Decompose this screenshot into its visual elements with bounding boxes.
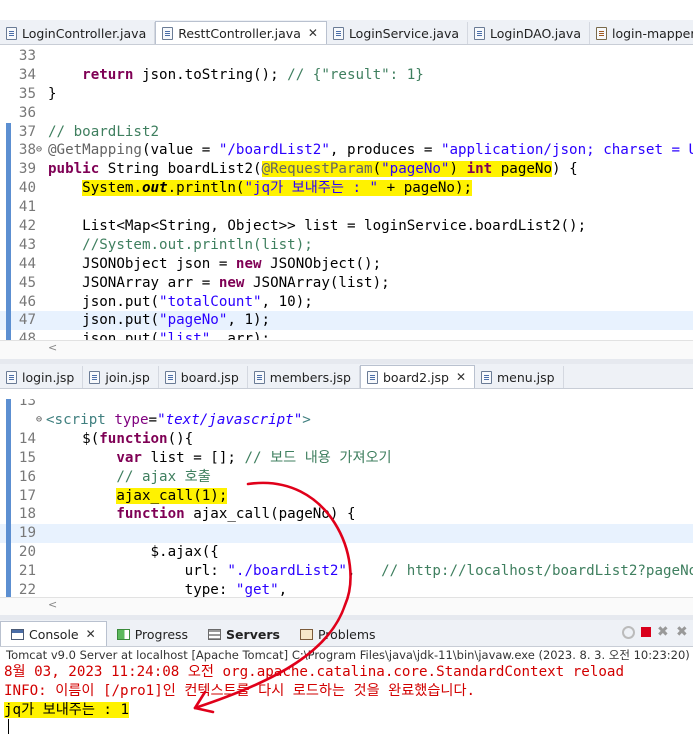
console-icon [11,628,24,640]
code-line: 34 return json.toString(); // {"result":… [18,66,424,83]
console-line: 8월 03, 2023 11:24:08 오전 org.apache.catal… [4,664,624,680]
code-line-current: 47 json.put("pageNo", 1); [0,311,693,331]
code-line-current: 19 [0,524,693,544]
java-file-icon [474,26,486,40]
close-icon[interactable]: ✕ [308,26,318,40]
tab-login-service[interactable]: LoginService.java [327,22,469,44]
tab-console[interactable]: Console ✕ [0,621,107,646]
remove-all-icon[interactable]: ✖ [676,625,689,639]
console-line: jq가 보내주는 : 1 [4,702,130,718]
servers-icon [208,628,222,640]
code-line: 37// boardList2 [0,122,693,142]
code-line: 43 //System.out.println(list); [0,235,693,255]
editor-tabbar: LoginController.java ResttController.jav… [0,20,693,45]
code-line: 48 json.put("list", arr); [0,330,693,340]
jsp-file-icon [366,370,378,384]
scroll-left-icon: < [48,341,58,354]
tab-problems[interactable]: Problems [290,622,386,646]
terminate-icon[interactable] [641,627,651,637]
code-line: 21 url: "./boardList2", // http://localh… [0,562,693,582]
jsp-editor[interactable]: 13 ⊖ <script type="text/javascript"> 14 $… [0,399,693,597]
fold-icon: ⊖ [36,414,43,425]
tab-join-jsp[interactable]: join.jsp [83,366,159,388]
jsp-file-icon [6,370,17,384]
code-line: 13 [0,399,693,411]
tab-login-controller[interactable]: LoginController.java [0,22,156,44]
code-line: 18 function ajax_call(pageNo) { [0,505,693,525]
jsp-file-icon [164,370,176,384]
code-line: 33 [18,48,36,64]
jsp-tabbar: login.jsp join.jsp board.jsp members.jsp… [0,364,693,389]
progress-icon [116,628,130,640]
tab-progress[interactable]: Progress [107,622,198,646]
jsp-file-icon [481,370,492,384]
code-line: 15 var list = []; // 보드 내용 가져오기 [0,448,693,468]
tab-board-jsp[interactable]: board.jsp [159,366,248,388]
java-file-icon [6,26,17,40]
code-line: ⊖ <script type="text/javascript"> [0,411,693,430]
tab-menu-jsp[interactable]: menu.jsp [475,366,564,388]
code-line: 14 $(function(){ [0,429,693,449]
java-editor[interactable]: 33 34 return json.toString(); // {"resul… [0,47,693,340]
tab-members-jsp[interactable]: members.jsp [248,366,360,388]
console-line: INFO: 이름이 [/pro1]인 컨텍스트를 다시 로드하는 것을 완료했습… [4,683,476,699]
text-cursor [8,719,9,734]
console-output[interactable]: 8월 03, 2023 11:24:08 오전 org.apache.catal… [0,663,693,735]
java-file-icon [332,26,344,40]
jsp-file-icon [253,370,265,384]
code-line: 44 JSONObject json = new JSONObject(); [0,254,693,274]
remove-launch-icon[interactable]: ✖ [657,625,670,639]
code-line: 45 JSONArray arr = new JSONArray(list); [0,273,693,293]
tab-board2-jsp[interactable]: board2.jsp ✕ [359,365,475,388]
horizontal-scrollbar[interactable]: < [0,597,693,616]
scroll-left-icon: < [48,598,58,611]
java-file-icon [162,26,174,40]
code-line: 35} [18,85,57,102]
code-line: 36 [18,104,36,121]
tab-login-mapper[interactable]: login-mapper.x [590,22,693,44]
code-line: 39 public String boardList2(@RequestParam… [0,160,693,180]
code-line: 41 [0,198,693,218]
jsp-file-icon [89,370,101,384]
code-line: 17 ajax_call(1); [0,486,693,506]
console-process-info: Tomcat v9.0 Server at localhost [Apache … [6,648,690,662]
restart-icon[interactable] [622,626,635,639]
tab-login-dao[interactable]: LoginDAO.java [468,22,590,44]
code-line: 38 ⊖ @GetMapping(value = "/boardList2", pr… [0,141,693,161]
horizontal-scrollbar[interactable]: < [0,340,693,359]
problems-icon [299,628,313,640]
console-toolbar: ✖ ✖ [622,625,689,639]
code-line: 20 $.ajax({ [0,543,693,563]
tab-servers[interactable]: Servers [198,622,290,646]
code-line: 42 List<Map<String, Object>> list = logi… [0,217,693,236]
console-tabbar: Console ✕ Progress Servers Problems ✖ ✖ [0,620,693,647]
tab-restt-controller[interactable]: ResttController.java ✕ [155,21,327,44]
code-line: 22 type: "get", [0,581,693,597]
close-icon[interactable]: ✕ [86,627,96,641]
close-icon[interactable]: ✕ [456,370,466,384]
code-line: 40 System.out.println("jq가 보내주는 : " + pa… [0,179,693,199]
fold-icon: ⊖ [36,144,43,156]
code-line: 46 json.put("totalCount", 10); [0,292,693,312]
tab-login-jsp[interactable]: login.jsp [0,366,84,388]
xml-file-icon [596,26,607,40]
code-line: 16 // ajax 호출 [0,467,693,487]
